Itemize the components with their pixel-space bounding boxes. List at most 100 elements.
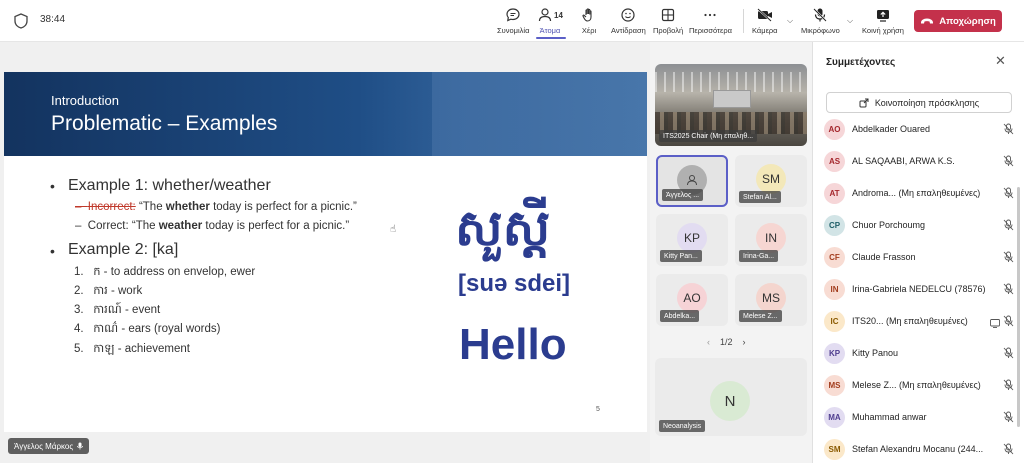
slide-section: Introduction xyxy=(51,93,119,108)
participant-row[interactable]: AS AL SAQAABI, ARWA K.S. xyxy=(824,149,1014,173)
more-button[interactable]: Περισσότερα xyxy=(689,6,732,38)
english-greeting: Hello xyxy=(459,320,567,369)
list-item: 2. ការ - work xyxy=(74,285,143,297)
participant-avatar: CP xyxy=(824,214,845,236)
leave-button[interactable]: Αποχώρηση xyxy=(914,10,1002,32)
participant-avatar: SM xyxy=(824,438,845,460)
tile-name: Kitty Pan... xyxy=(660,250,702,262)
participant-row[interactable]: SM Stefan Alexandru Mocanu (244... xyxy=(824,437,1014,461)
camera-off-icon xyxy=(756,6,774,24)
participant-avatar: CF xyxy=(824,246,845,268)
more-icon xyxy=(702,6,718,24)
video-tile-room[interactable]: ITS2025 Chair (Μη επαληθ... xyxy=(655,64,807,146)
camera-options-chevron-icon[interactable]: ⌵ xyxy=(787,16,793,26)
hand-cursor-icon: ☝ xyxy=(390,224,397,235)
participant-row[interactable]: AT Androma... (Μη επαληθευμένες) xyxy=(824,181,1014,205)
list-item: 3. ការណ៍ - event xyxy=(74,304,161,316)
mic-off-icon xyxy=(1003,154,1014,172)
user-icon xyxy=(687,175,697,186)
meeting-toolbar: 38:44 Συνομιλία 14 Άτομα Χέρι Αντίδραση … xyxy=(0,0,1024,42)
participant-avatar: IN xyxy=(824,278,845,300)
participant-name: Claude Frasson xyxy=(852,252,916,262)
mic-button[interactable]: Μικρόφωνο xyxy=(801,6,840,38)
video-tile[interactable]: AO Abdelka... xyxy=(656,274,728,326)
gallery-pager: ‹ 1/2 › xyxy=(707,337,746,347)
avatar: MS xyxy=(756,283,786,313)
list-item: 5. កាឡ - achievement xyxy=(74,343,190,355)
participant-avatar: KP xyxy=(824,342,845,364)
mic-options-chevron-icon[interactable]: ⌵ xyxy=(847,16,853,26)
tile-name: Άγγελος ... xyxy=(662,189,704,201)
mic-off-icon xyxy=(1003,442,1014,460)
chat-button[interactable]: Συνομιλία xyxy=(497,6,529,38)
participant-name: Stefan Alexandru Mocanu (244... xyxy=(852,444,984,454)
participant-avatar: IC xyxy=(824,310,845,332)
video-tile-presenter[interactable]: Άγγελος ... xyxy=(656,155,728,207)
participant-name: Androma... (Μη επαληθευμένες) xyxy=(852,188,981,198)
bullet-icon: • xyxy=(50,178,55,194)
mic-off-icon xyxy=(1003,410,1014,428)
participant-row[interactable]: IN Irina-Gabriela NEDELCU (78576) xyxy=(824,277,1014,301)
chat-icon xyxy=(505,6,521,24)
participant-row[interactable]: MA Muhammad anwar xyxy=(824,405,1014,429)
participant-avatar: AT xyxy=(824,182,845,204)
mic-icon xyxy=(77,442,84,450)
chevron-right-icon[interactable]: › xyxy=(743,337,746,347)
video-tile[interactable]: MS Melese Z... xyxy=(735,274,807,326)
list-item: 1. ក - to address on envelop, ewer xyxy=(74,266,256,278)
tile-name: Melese Z... xyxy=(739,310,782,322)
participant-name: Muhammad anwar xyxy=(852,412,927,422)
presenter-name-badge: Άγγελος Μάρκος xyxy=(8,438,90,454)
share-button[interactable]: Κοινή χρήση xyxy=(862,6,904,38)
correct-line: – Correct: “The weather today is perfect… xyxy=(75,220,350,232)
phonetic-transcription: [suə sdei] xyxy=(458,270,571,297)
incorrect-line: – Incorrect: “The whether today is perfe… xyxy=(75,201,357,213)
participant-avatar: AS xyxy=(824,150,845,172)
mic-off-icon xyxy=(1003,186,1014,204)
chevron-left-icon[interactable]: ‹ xyxy=(707,337,710,347)
panel-title: Συμμετέχοντες xyxy=(826,57,896,68)
slide-title: Problematic – Examples xyxy=(51,112,278,135)
mic-off-icon xyxy=(812,6,828,24)
camera-button[interactable]: Κάμερα xyxy=(752,6,778,38)
tile-name: Stefan Al... xyxy=(739,191,781,203)
example-1-heading: Example 1: whether/weather xyxy=(68,177,271,194)
participant-name: Chuor Porchoumg xyxy=(852,220,926,230)
video-tile[interactable]: SM Stefan Al... xyxy=(735,155,807,207)
tile-name: Irina-Ga... xyxy=(739,250,779,262)
participant-name: Melese Z... (Μη επαληθευμένες) xyxy=(852,380,981,390)
page-indicator: 1/2 xyxy=(720,337,733,347)
raise-hand-button[interactable]: Χέρι xyxy=(581,6,597,38)
grid-view-icon xyxy=(660,6,676,24)
emoji-icon xyxy=(620,6,636,24)
participant-row[interactable]: CF Claude Frasson xyxy=(824,245,1014,269)
video-tile[interactable]: IN Irina-Ga... xyxy=(735,214,807,266)
video-tile[interactable]: N Neoanalysis xyxy=(655,358,807,436)
close-icon[interactable]: ✕ xyxy=(995,53,1006,69)
example-2-heading: Example 2: [ka] xyxy=(68,241,179,258)
participant-avatar: MS xyxy=(824,374,845,396)
hand-icon xyxy=(581,6,597,24)
participant-row[interactable]: IC ITS20... (Μη επαληθευμένες) xyxy=(824,309,1014,333)
participant-row[interactable]: MS Melese Z... (Μη επαληθευμένες) xyxy=(824,373,1014,397)
participant-row[interactable]: KP Kitty Panou xyxy=(824,341,1014,365)
participant-row[interactable]: CP Chuor Porchoumg xyxy=(824,213,1014,237)
shared-slide: Introduction Problematic – Examples • Ex… xyxy=(4,72,647,432)
share-link-icon xyxy=(859,98,869,107)
mic-off-icon xyxy=(1003,250,1014,268)
phone-hangup-icon xyxy=(921,18,934,24)
people-button[interactable]: 14 Άτομα xyxy=(537,6,563,38)
participant-row[interactable]: AO Abdelkader Ouared xyxy=(824,117,1014,141)
people-count: 14 xyxy=(554,10,563,20)
react-button[interactable]: Αντίδραση xyxy=(611,6,646,38)
view-button[interactable]: Προβολή xyxy=(653,6,683,38)
participant-avatar: AO xyxy=(824,118,845,140)
share-invite-button[interactable]: Κοινοποίηση πρόσκλησης xyxy=(826,92,1012,113)
video-tile[interactable]: KP Kitty Pan... xyxy=(656,214,728,266)
screen-share-icon xyxy=(990,315,1000,333)
mic-off-icon xyxy=(1003,314,1014,332)
tile-name: Neoanalysis xyxy=(659,420,706,432)
tile-name: ITS2025 Chair (Μη επαληθ... xyxy=(659,130,758,142)
panel-scrollbar[interactable] xyxy=(1017,187,1020,427)
shield-icon xyxy=(14,13,28,29)
